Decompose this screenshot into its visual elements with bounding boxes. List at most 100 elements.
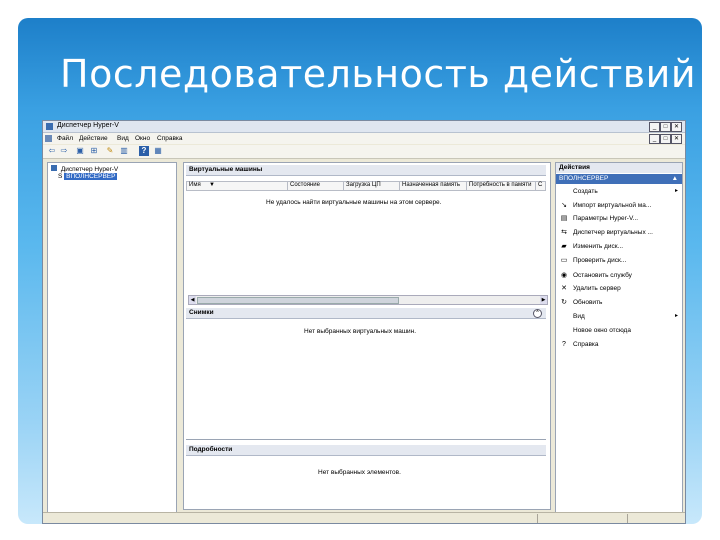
tree-root-hyperv[interactable]: Диспетчер Hyper-V (51, 165, 118, 173)
center-pane: Виртуальные машины Имя ▼ Состояние Загруз… (183, 162, 551, 510)
column-cpu-label: Загрузка ЦП (346, 182, 381, 188)
menu-file[interactable]: Файл (57, 135, 73, 142)
tree-root-label: Диспетчер Hyper-V (60, 166, 119, 173)
show-hide-tree-icon[interactable]: ⊞ (89, 146, 99, 156)
sub-close-button[interactable]: ✕ (671, 134, 682, 144)
hyperv-manager-window: Диспетчер Hyper-V _ □ ✕ Файл Действие Ви… (42, 120, 686, 524)
action-item-label: Вид (573, 313, 585, 320)
vms-column-headers: Имя ▼ Состояние Загрузка ЦП Назначенная п… (186, 181, 546, 191)
actions-header: Действия (556, 163, 682, 173)
hyperv-app-icon (46, 123, 53, 130)
details-header-label: Подробности (189, 446, 233, 453)
action-item-label: Изменить диск... (573, 243, 624, 250)
scroll-left-icon[interactable]: ◀ (189, 296, 196, 304)
action-item[interactable]: ? Справка (556, 340, 682, 352)
edit-disk-icon: ▰ (561, 243, 567, 250)
action-item-label: Обновить (573, 299, 603, 306)
switch-manager-icon: ⇆ (561, 229, 567, 236)
collapse-up-icon: ▲ (671, 175, 678, 182)
console-tree-icon[interactable]: ▥ (119, 146, 129, 156)
action-item[interactable]: ↘ Импорт виртуальной ма... (556, 201, 682, 213)
action-item[interactable]: ✕ Удалить сервер (556, 284, 682, 296)
column-name-label: Имя (189, 182, 201, 188)
action-item-label: Новое окно отсюда (573, 327, 631, 334)
menu-bar: Файл Действие Вид Окно Справка _ □ ✕ (43, 133, 685, 144)
forward-icon[interactable]: ⇨ (59, 146, 69, 156)
close-button[interactable]: ✕ (671, 122, 682, 132)
column-cpu[interactable]: Загрузка ЦП (343, 181, 400, 191)
import-icon: ↘ (561, 202, 567, 209)
settings-icon: ▤ (560, 215, 568, 222)
menu-help[interactable]: Справка (157, 135, 183, 142)
scroll-right-icon[interactable]: ▶ (540, 296, 547, 304)
console-tree: Диспетчер Hyper-V S ВПОЛНСЕРВЕР (47, 162, 177, 519)
action-pane-icon[interactable]: ▦ (153, 146, 163, 156)
actions-server-group[interactable]: ВПОЛНСЕРВЕР ▲ (556, 174, 682, 184)
action-item[interactable]: ▰ Изменить диск... (556, 242, 682, 254)
help-icon: ? (562, 341, 566, 348)
menu-view[interactable]: Вид (117, 135, 129, 142)
window-titlebar: Диспетчер Hyper-V _ □ ✕ (43, 121, 685, 133)
actions-server-label: ВПОЛНСЕРВЕР (559, 175, 609, 182)
action-item[interactable]: ▤ Параметры Hyper-V... (556, 214, 682, 226)
server-icon-label: S (58, 173, 63, 180)
action-item[interactable]: ▭ Проверить диск... (556, 256, 682, 268)
actions-header-label: Действия (559, 164, 590, 171)
tree-server-label: ВПОЛНСЕРВЕР (64, 173, 118, 180)
submenu-arrow-icon: ▸ (674, 313, 678, 319)
vms-horizontal-scrollbar[interactable]: ◀ ▶ (188, 295, 548, 305)
snapshots-header-label: Снимки (189, 309, 214, 316)
properties-icon[interactable]: ✎ (105, 146, 115, 156)
refresh-icon: ↻ (561, 299, 567, 306)
minimize-button[interactable]: _ (649, 122, 660, 132)
stop-service-icon: ◉ (560, 272, 568, 279)
action-item[interactable]: ↻ Обновить (556, 298, 682, 310)
mmc-icon (45, 135, 52, 142)
column-assigned-memory-label: Назначенная память (402, 182, 461, 188)
vms-header-label: Виртуальные машины (189, 166, 263, 173)
status-bar (43, 512, 685, 523)
help-icon[interactable]: ? (139, 146, 149, 156)
up-folder-icon[interactable]: ▣ (75, 146, 85, 156)
remove-server-icon: ✕ (561, 285, 567, 292)
column-state[interactable]: Состояние (287, 181, 344, 191)
vms-header: Виртуальные машины (186, 165, 546, 176)
collapse-snapshots-icon[interactable]: ⌃ (533, 309, 542, 318)
back-icon[interactable]: ⇦ (47, 146, 57, 156)
hyperv-node-icon (51, 165, 57, 171)
snapshots-header: Снимки ⌃ (186, 308, 546, 319)
column-assigned-memory[interactable]: Назначенная память (399, 181, 467, 191)
slide-title: Последовательность действий (60, 52, 697, 96)
action-item[interactable]: Новое окно отсюда (556, 326, 682, 338)
toolbar: ⇦ ⇨ ▣ ⊞ ✎ ▥ ? ▦ (43, 145, 685, 159)
menu-action[interactable]: Действие (79, 135, 108, 142)
window-title: Диспетчер Hyper-V (57, 122, 119, 129)
column-memory-demand[interactable]: Потребность в памяти (466, 181, 536, 191)
restore-button[interactable]: □ (660, 122, 671, 132)
tree-node-server[interactable]: S ВПОЛНСЕРВЕР (58, 173, 118, 180)
action-item-label: Остановить службу (573, 272, 632, 279)
action-item-label: Проверить диск... (573, 257, 627, 264)
sub-restore-button[interactable]: □ (660, 134, 671, 144)
column-state-label: Состояние (290, 182, 320, 188)
status-separator (537, 514, 538, 523)
column-status[interactable]: С (535, 181, 546, 191)
scroll-thumb[interactable] (197, 297, 399, 304)
sub-minimize-button[interactable]: _ (649, 134, 660, 144)
action-item-label: Создать (573, 188, 598, 195)
action-item-label: Удалить сервер (573, 285, 621, 292)
action-item[interactable]: Вид ▸ (556, 312, 682, 324)
details-empty-text: Нет выбранных элементов. (318, 469, 401, 476)
action-item[interactable]: Создать ▸ (556, 187, 682, 199)
column-name[interactable]: Имя ▼ (186, 181, 288, 191)
divider (186, 439, 546, 440)
action-item[interactable]: ◉ Остановить службу (556, 271, 682, 283)
action-item-label: Импорт виртуальной ма... (573, 202, 652, 209)
action-item-label: Параметры Hyper-V... (573, 215, 639, 222)
vms-empty-text: Не удалось найти виртуальные машины на э… (266, 199, 442, 206)
action-item[interactable]: ⇆ Диспетчер виртуальных ... (556, 228, 682, 240)
menu-window[interactable]: Окно (135, 135, 150, 142)
column-status-label: С (538, 182, 543, 188)
column-memory-demand-label: Потребность в памяти (469, 182, 532, 188)
new-icon (560, 188, 568, 196)
